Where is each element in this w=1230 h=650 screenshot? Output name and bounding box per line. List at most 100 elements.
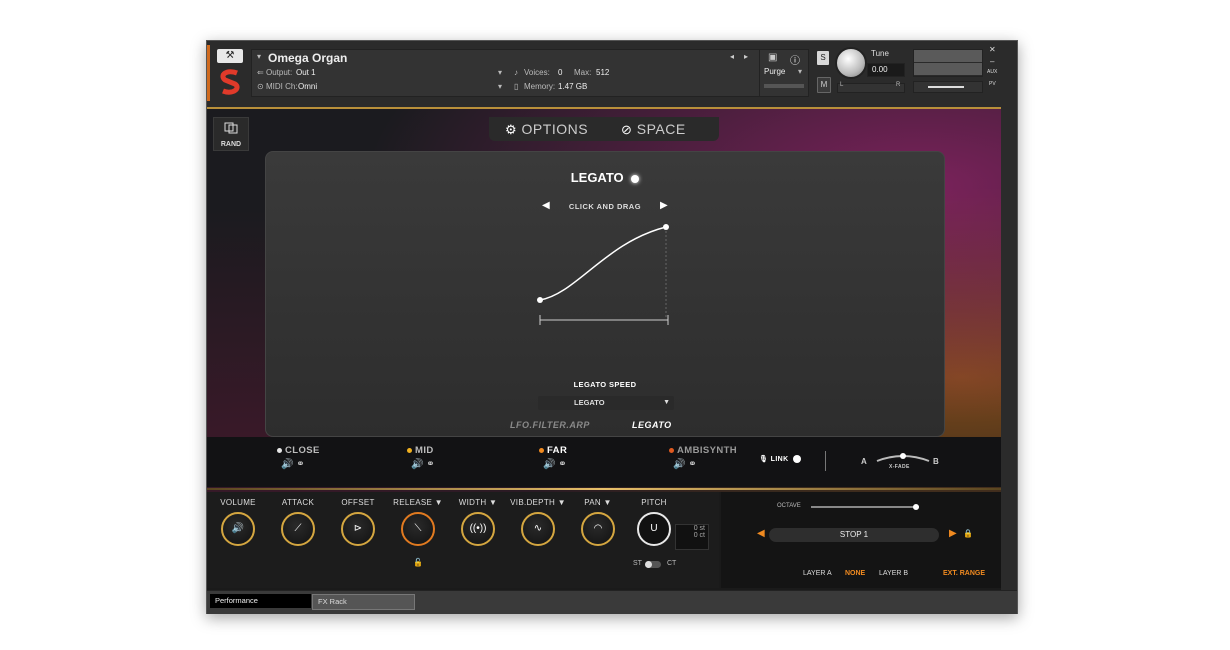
tune-value-field[interactable]: 0.00 [867, 63, 905, 77]
release-knob[interactable]: ⟍ [401, 512, 435, 546]
volume-slider[interactable] [913, 81, 983, 93]
info-icon[interactable]: ⓘ [790, 52, 800, 67]
mic-close[interactable]: CLOSE [277, 445, 320, 456]
pan-slider[interactable]: L R [837, 82, 905, 93]
header-accent-strip [207, 45, 210, 101]
mic-mid-controls[interactable]: 🔊 ⚭ [411, 459, 435, 470]
pv-label[interactable]: PV [989, 81, 996, 87]
level-meter [764, 84, 804, 88]
midi-icon: ⊙ [257, 82, 264, 91]
ext-range-button[interactable]: EXT. RANGE [943, 570, 985, 577]
mic-mid[interactable]: MID [407, 445, 434, 456]
close-icon[interactable]: ✕ [989, 45, 996, 54]
volume-control: VOLUME 🔊 [209, 498, 267, 546]
instrument-name[interactable]: Omega Organ [268, 51, 347, 65]
mic-far[interactable]: FAR [539, 445, 567, 456]
tune-knob[interactable] [835, 47, 867, 79]
pan-left-label: L [840, 82, 844, 88]
attack-knob[interactable]: ⟋ [281, 512, 315, 546]
legato-card: LEGATO ◀ CLICK AND DRAG ▶ LEGATO SPEED L… [265, 151, 945, 437]
pitch-label: PITCH [641, 498, 667, 507]
purge-button[interactable]: Purge [764, 67, 785, 76]
offset-label: OFFSET [341, 498, 375, 507]
legato-curve-editor[interactable] [536, 222, 676, 332]
lock-icon[interactable]: 🔓 [389, 558, 447, 567]
output-value[interactable]: Out 1 [296, 66, 316, 80]
vibrato-label[interactable]: VIB.DEPTH ▼ [509, 498, 567, 507]
attack-control: ATTACK ⟋ [269, 498, 327, 546]
output-row: ⇐ Output: Out 1 ▾ ♪ Voices: 0 Max: 512 [252, 66, 760, 80]
next-curve-icon[interactable]: ▶ [660, 200, 668, 211]
mic-close-controls[interactable]: 🔊 ⚭ [281, 459, 305, 470]
tab-fx-rack[interactable]: FX Rack [312, 594, 415, 610]
aux-label[interactable]: AUX [987, 69, 997, 75]
tab-performance[interactable]: Performance [210, 594, 311, 608]
pan-control: PAN ▼ ◠ [569, 498, 627, 546]
offset-knob[interactable]: ⊳ [341, 512, 375, 546]
next-instrument-icon[interactable]: ▸ [744, 50, 748, 64]
mic-position-strip: CLOSE 🔊 ⚭ MID 🔊 ⚭ FAR 🔊 ⚭ AMBISYNTH 🔊 ⚭ … [207, 437, 1001, 487]
tab-options[interactable]: ⚙ OPTIONS [505, 121, 588, 138]
prev-stop-icon[interactable]: ◀ [757, 528, 765, 539]
offset-icon: ⊳ [353, 523, 363, 534]
prev-instrument-icon[interactable]: ◂ [730, 50, 734, 64]
width-label[interactable]: WIDTH ▼ [449, 498, 507, 507]
xfade-label: X-FADE [889, 464, 910, 470]
vibrato-knob[interactable]: ∿ [521, 512, 555, 546]
max-voices-value[interactable]: 512 [596, 66, 609, 80]
gear-icon: ⚙ [505, 122, 518, 137]
width-knob[interactable]: ((•)) [461, 512, 495, 546]
xfade-b-label: B [933, 457, 940, 466]
mic-far-dot [539, 447, 544, 453]
st-ct-toggle[interactable] [645, 561, 661, 568]
rand-button[interactable]: RAND [213, 117, 249, 151]
legato-title: LEGATO [266, 170, 944, 185]
mic-ambisynth-dot [669, 447, 674, 453]
ct-label: CT [667, 560, 677, 567]
tab-space[interactable]: ⊘ SPACE [621, 121, 686, 138]
lock-icon[interactable]: 🔒 [963, 529, 973, 538]
curve-start-handle[interactable] [537, 297, 543, 303]
release-label[interactable]: RELEASE ▼ [389, 498, 447, 507]
width-icon: ((•)) [469, 523, 487, 534]
tab-lfo-filter-arp[interactable]: LFO.FILTER.ARP [510, 420, 590, 430]
pan-knob[interactable]: ◠ [581, 512, 615, 546]
layer-b-label[interactable]: LAYER B [879, 570, 908, 577]
logo-icon [220, 69, 240, 95]
purge-dropdown-icon[interactable]: ▾ [798, 67, 802, 76]
output-label: Output: [266, 68, 293, 77]
collapse-icon[interactable]: ▾ [257, 50, 261, 64]
pan-label[interactable]: PAN ▼ [569, 498, 627, 507]
pitch-value-box[interactable]: 0 st 0 ct [675, 524, 709, 550]
mic-far-controls[interactable]: 🔊 ⚭ [543, 459, 567, 470]
legato-toggle[interactable] [631, 174, 640, 183]
vibrato-control: VIB.DEPTH ▼ ∿ [509, 498, 567, 546]
pitch-ct-value: 0 ct [693, 532, 705, 539]
output-dropdown-icon[interactable]: ▾ [498, 66, 502, 80]
legato-speed-select[interactable]: LEGATO ▼ [538, 396, 674, 410]
speaker-icon: 🔊 [231, 523, 245, 534]
voices-value: 0 [558, 68, 563, 77]
next-stop-icon[interactable]: ▶ [949, 528, 957, 539]
curve-end-handle[interactable] [663, 224, 669, 230]
volume-knob[interactable]: 🔊 [221, 512, 255, 546]
midi-value[interactable]: Omni [298, 80, 317, 94]
tab-legato[interactable]: LEGATO [632, 420, 672, 430]
octave-label: OCTAVE [777, 503, 801, 509]
mic-ambisynth-controls[interactable]: 🔊 ⚭ [673, 459, 697, 470]
midi-dropdown-icon[interactable]: ▾ [498, 80, 502, 94]
mic-ambisynth[interactable]: AMBISYNTH [669, 445, 737, 456]
pitch-knob[interactable]: U [637, 512, 671, 546]
planet-icon: ⊘ [621, 122, 633, 137]
mic-close-dot [277, 447, 282, 453]
layer-none-button[interactable]: NONE [845, 570, 865, 577]
camera-icon[interactable]: ▣ [768, 52, 777, 63]
octave-slider[interactable] [811, 504, 919, 510]
stop-selector[interactable]: STOP 1 [769, 528, 939, 542]
link-toggle[interactable]: 🎙 LINK [759, 455, 801, 464]
layer-a-label[interactable]: LAYER A [803, 570, 832, 577]
minimize-icon[interactable]: – [990, 57, 994, 66]
wrench-icon[interactable]: ⚒ [217, 49, 243, 63]
solo-button[interactable]: S [817, 51, 829, 65]
mute-button[interactable]: M [817, 77, 831, 93]
